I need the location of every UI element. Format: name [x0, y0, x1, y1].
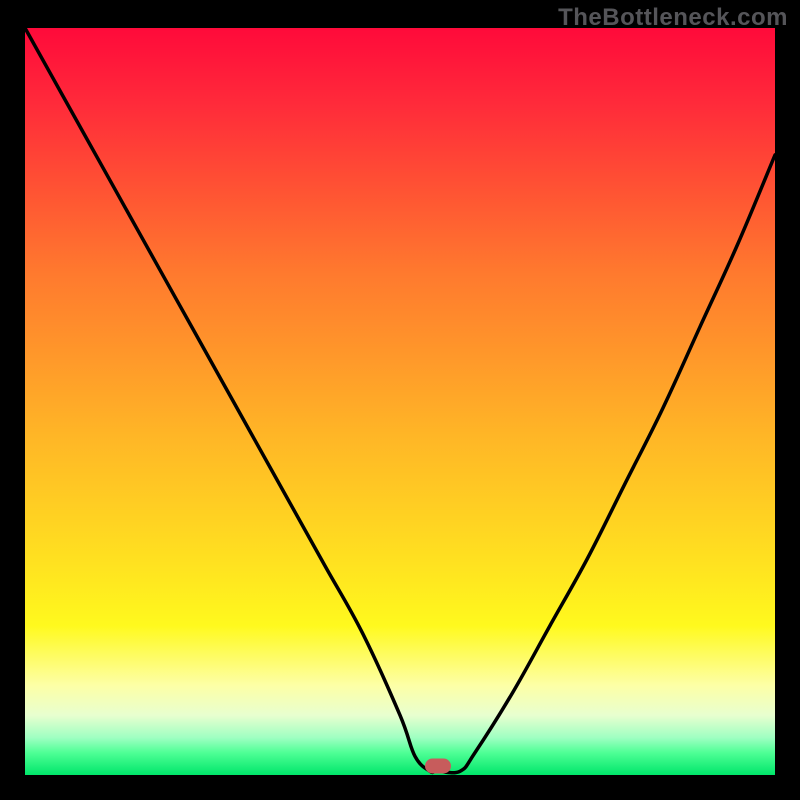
plot-area: [25, 28, 775, 775]
bottleneck-curve: [25, 28, 775, 775]
chart-frame: TheBottleneck.com: [0, 0, 800, 800]
optimal-point-marker: [425, 759, 451, 774]
